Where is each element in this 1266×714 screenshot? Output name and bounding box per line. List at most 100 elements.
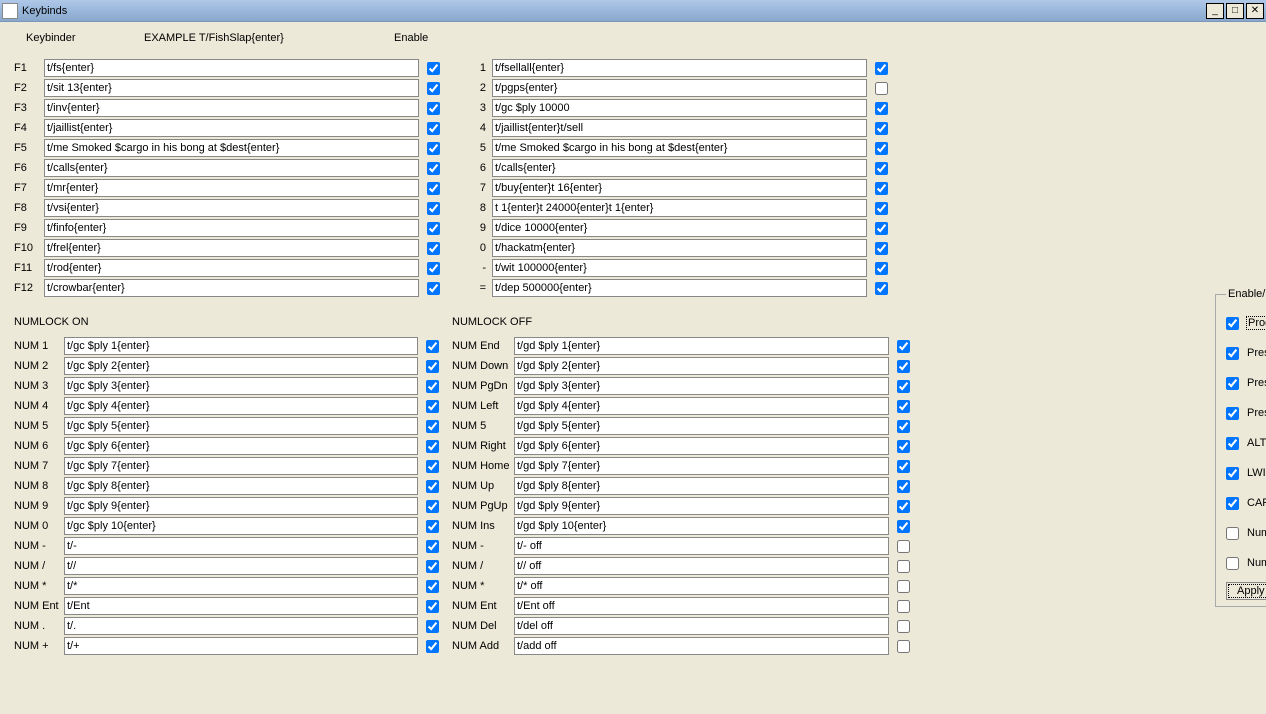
keybind-input[interactable] — [492, 79, 867, 97]
enable-checkbox[interactable] — [897, 520, 910, 533]
keybind-input[interactable] — [514, 477, 889, 495]
keybind-input[interactable] — [514, 437, 889, 455]
enable-checkbox[interactable] — [875, 142, 888, 155]
panel-checkbox[interactable] — [1226, 347, 1239, 360]
enable-checkbox[interactable] — [875, 242, 888, 255]
keybind-input[interactable] — [44, 99, 419, 117]
enable-checkbox[interactable] — [897, 380, 910, 393]
enable-checkbox[interactable] — [875, 282, 888, 295]
enable-checkbox[interactable] — [427, 122, 440, 135]
panel-checkbox[interactable] — [1226, 527, 1239, 540]
keybind-input[interactable] — [514, 457, 889, 475]
keybind-input[interactable] — [64, 557, 418, 575]
keybind-input[interactable] — [64, 577, 418, 595]
keybind-input[interactable] — [64, 397, 418, 415]
panel-checkbox[interactable] — [1226, 557, 1239, 570]
keybind-input[interactable] — [64, 377, 418, 395]
keybind-input[interactable] — [492, 119, 867, 137]
enable-checkbox[interactable] — [426, 340, 439, 353]
keybind-input[interactable] — [514, 337, 889, 355]
enable-checkbox[interactable] — [427, 182, 440, 195]
panel-checkbox[interactable] — [1226, 497, 1239, 510]
keybind-input[interactable] — [64, 617, 418, 635]
enable-checkbox[interactable] — [875, 182, 888, 195]
enable-checkbox[interactable] — [875, 222, 888, 235]
keybind-input[interactable] — [64, 417, 418, 435]
keybind-input[interactable] — [514, 597, 889, 615]
enable-checkbox[interactable] — [427, 262, 440, 275]
enable-checkbox[interactable] — [426, 380, 439, 393]
enable-checkbox[interactable] — [875, 62, 888, 75]
enable-checkbox[interactable] — [897, 560, 910, 573]
enable-checkbox[interactable] — [426, 400, 439, 413]
enable-checkbox[interactable] — [897, 480, 910, 493]
enable-checkbox[interactable] — [897, 600, 910, 613]
panel-checkbox[interactable] — [1226, 317, 1239, 330]
maximize-button[interactable]: □ — [1226, 3, 1244, 19]
enable-checkbox[interactable] — [426, 460, 439, 473]
keybind-input[interactable] — [44, 279, 419, 297]
enable-checkbox[interactable] — [875, 162, 888, 175]
enable-checkbox[interactable] — [897, 460, 910, 473]
keybind-input[interactable] — [44, 119, 419, 137]
enable-checkbox[interactable] — [427, 282, 440, 295]
keybind-input[interactable] — [44, 139, 419, 157]
enable-checkbox[interactable] — [897, 340, 910, 353]
keybind-input[interactable] — [64, 497, 418, 515]
keybind-input[interactable] — [44, 159, 419, 177]
enable-checkbox[interactable] — [426, 440, 439, 453]
minimize-button[interactable]: _ — [1206, 3, 1224, 19]
keybind-input[interactable] — [492, 179, 867, 197]
enable-checkbox[interactable] — [427, 202, 440, 215]
enable-checkbox[interactable] — [426, 360, 439, 373]
enable-checkbox[interactable] — [897, 440, 910, 453]
apply-button[interactable]: Apply — [1226, 582, 1266, 600]
enable-checkbox[interactable] — [897, 540, 910, 553]
keybind-input[interactable] — [492, 259, 867, 277]
keybind-input[interactable] — [492, 59, 867, 77]
panel-checkbox[interactable] — [1226, 437, 1239, 450]
keybind-input[interactable] — [492, 279, 867, 297]
enable-checkbox[interactable] — [897, 620, 910, 633]
enable-checkbox[interactable] — [427, 82, 440, 95]
enable-checkbox[interactable] — [427, 142, 440, 155]
enable-checkbox[interactable] — [427, 222, 440, 235]
keybind-input[interactable] — [514, 637, 889, 655]
enable-checkbox[interactable] — [427, 102, 440, 115]
keybind-input[interactable] — [492, 139, 867, 157]
enable-checkbox[interactable] — [426, 480, 439, 493]
keybind-input[interactable] — [514, 397, 889, 415]
keybind-input[interactable] — [514, 497, 889, 515]
enable-checkbox[interactable] — [426, 640, 439, 653]
enable-checkbox[interactable] — [426, 580, 439, 593]
keybind-input[interactable] — [44, 239, 419, 257]
keybind-input[interactable] — [64, 457, 418, 475]
keybind-input[interactable] — [492, 219, 867, 237]
keybind-input[interactable] — [64, 537, 418, 555]
enable-checkbox[interactable] — [897, 640, 910, 653]
enable-checkbox[interactable] — [426, 620, 439, 633]
keybind-input[interactable] — [44, 79, 419, 97]
keybind-input[interactable] — [514, 417, 889, 435]
enable-checkbox[interactable] — [427, 242, 440, 255]
keybind-input[interactable] — [64, 477, 418, 495]
keybind-input[interactable] — [514, 517, 889, 535]
keybind-input[interactable] — [492, 239, 867, 257]
enable-checkbox[interactable] — [897, 360, 910, 373]
enable-checkbox[interactable] — [897, 500, 910, 513]
keybind-input[interactable] — [64, 597, 418, 615]
keybind-input[interactable] — [44, 219, 419, 237]
enable-checkbox[interactable] — [426, 560, 439, 573]
enable-checkbox[interactable] — [875, 262, 888, 275]
enable-checkbox[interactable] — [427, 162, 440, 175]
keybind-input[interactable] — [64, 637, 418, 655]
enable-checkbox[interactable] — [897, 400, 910, 413]
enable-checkbox[interactable] — [426, 520, 439, 533]
keybind-input[interactable] — [514, 557, 889, 575]
enable-checkbox[interactable] — [897, 420, 910, 433]
panel-checkbox[interactable] — [1226, 407, 1239, 420]
enable-checkbox[interactable] — [426, 500, 439, 513]
panel-checkbox[interactable] — [1226, 377, 1239, 390]
keybind-input[interactable] — [492, 99, 867, 117]
enable-checkbox[interactable] — [875, 122, 888, 135]
